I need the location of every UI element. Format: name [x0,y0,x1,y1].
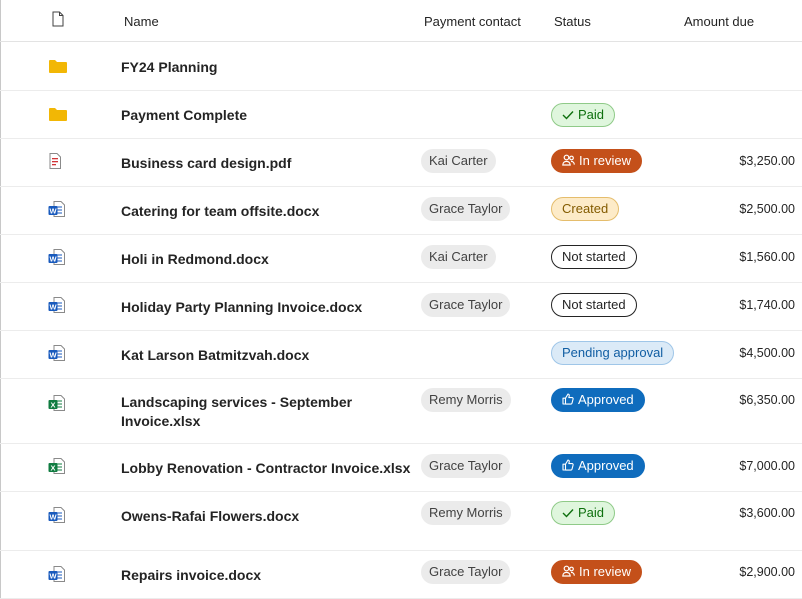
word-file-icon: W [48,249,65,270]
amount-due: $6,350.00 [739,393,795,407]
list-row[interactable]: X Lobby Renovation - Contractor Invoice.x… [0,444,802,492]
list-row[interactable]: W Repairs invoice.docx Grace Taylor In revi… [0,551,802,599]
column-header-status[interactable]: Status [554,14,591,29]
word-file-icon: W [48,201,65,222]
list-row[interactable]: W Kat Larson Batmitzvah.docx Pending appro… [0,331,802,379]
amount-due: $3,250.00 [739,154,795,168]
item-name[interactable]: Payment Complete [121,106,247,125]
list-row[interactable]: X Landscaping services - September Invoic… [0,379,802,444]
status-label: Not started [562,297,626,312]
amount-due: $4,500.00 [739,346,795,360]
payment-contact-pill[interactable]: Grace Taylor [421,293,511,317]
status-label: Paid [578,505,605,520]
word-file-icon: W [48,566,65,587]
item-name[interactable]: Landscaping services - September Invoice… [121,393,371,431]
thumbs-up-icon [562,390,574,412]
list-row[interactable]: Business card design.pdf Kai Carter In rev… [0,139,802,187]
item-name[interactable]: Lobby Renovation - Contractor Invoice.xl… [121,459,410,478]
thumbs-up-icon [562,456,574,478]
folder-icon [49,107,67,126]
column-header-payment-contact[interactable]: Payment contact [424,14,521,29]
svg-text:X: X [50,400,55,409]
status-label: Paid [578,107,605,122]
payment-contact-pill[interactable]: Kai Carter [421,149,496,173]
people-icon [562,151,575,173]
word-file-icon: W [48,345,65,366]
folder-icon [49,59,67,78]
status-label: In review [579,153,632,168]
item-name[interactable]: FY24 Planning [121,58,217,77]
column-header-name[interactable]: Name [124,14,159,29]
list-row[interactable]: W Holiday Party Planning Invoice.docx Grac… [0,283,802,331]
list-row[interactable]: W Holi in Redmond.docx Kai Carter Not start… [0,235,802,283]
payment-contact-pill[interactable]: Grace Taylor [421,454,511,478]
checkmark-icon [562,105,574,127]
payment-contact-pill[interactable]: Grace Taylor [421,560,511,584]
status-badge: In review [551,560,643,584]
amount-due: $3,600.00 [739,506,795,520]
amount-due: $2,500.00 [739,202,795,216]
word-file-icon: W [48,507,65,528]
svg-text:W: W [49,350,57,359]
amount-due: $1,560.00 [739,250,795,264]
status-badge: Paid [551,103,616,127]
pdf-file-icon [48,153,62,174]
status-label: Pending approval [562,345,664,360]
svg-text:W: W [49,302,57,311]
amount-due: $2,900.00 [739,565,795,579]
payment-contact-pill[interactable]: Kai Carter [421,245,496,269]
item-name[interactable]: Holi in Redmond.docx [121,250,269,269]
checkmark-icon [562,503,574,525]
status-badge: Created [551,197,620,221]
payment-contact-pill[interactable]: Remy Morris [421,501,511,525]
word-file-icon: W [48,297,65,318]
list-row[interactable]: W Owens-Rafai Flowers.docx Remy Morris Paid… [0,492,802,551]
column-header-amount-due[interactable]: Amount due [684,14,754,29]
svg-text:W: W [49,571,57,580]
payment-contact-pill[interactable]: Remy Morris [421,388,511,412]
status-label: In review [579,564,632,579]
list-header: Name Payment contact Status Amount due [0,0,802,42]
status-badge: Pending approval [551,341,675,365]
item-name[interactable]: Owens-Rafai Flowers.docx [121,507,299,526]
file-type-icon[interactable] [52,11,64,32]
status-label: Approved [578,458,634,473]
svg-text:X: X [50,463,55,472]
status-badge: Approved [551,454,645,478]
svg-text:W: W [49,254,57,263]
svg-text:W: W [49,206,57,215]
payment-contact-pill[interactable]: Grace Taylor [421,197,511,221]
item-name[interactable]: Holiday Party Planning Invoice.docx [121,298,362,317]
status-badge: Not started [551,293,637,317]
status-badge: Approved [551,388,645,412]
item-name[interactable]: Repairs invoice.docx [121,566,261,585]
status-label: Not started [562,249,626,264]
list-row[interactable]: W Catering for team offsite.docx Grace Tay… [0,187,802,235]
svg-text:W: W [49,512,57,521]
status-badge: Not started [551,245,637,269]
excel-file-icon: X [48,395,65,416]
people-icon [562,562,575,584]
amount-due: $1,740.00 [739,298,795,312]
excel-file-icon: X [48,458,65,479]
status-badge: Paid [551,501,616,525]
status-badge: In review [551,149,643,173]
item-name[interactable]: Business card design.pdf [121,154,291,173]
status-label: Approved [578,392,634,407]
list-row[interactable]: FY24 Planning [0,43,802,91]
item-name[interactable]: Kat Larson Batmitzvah.docx [121,346,309,365]
amount-due: $7,000.00 [739,459,795,473]
status-label: Created [562,201,609,216]
list-row[interactable]: Payment Complete Paid [0,91,802,139]
item-name[interactable]: Catering for team offsite.docx [121,202,319,221]
